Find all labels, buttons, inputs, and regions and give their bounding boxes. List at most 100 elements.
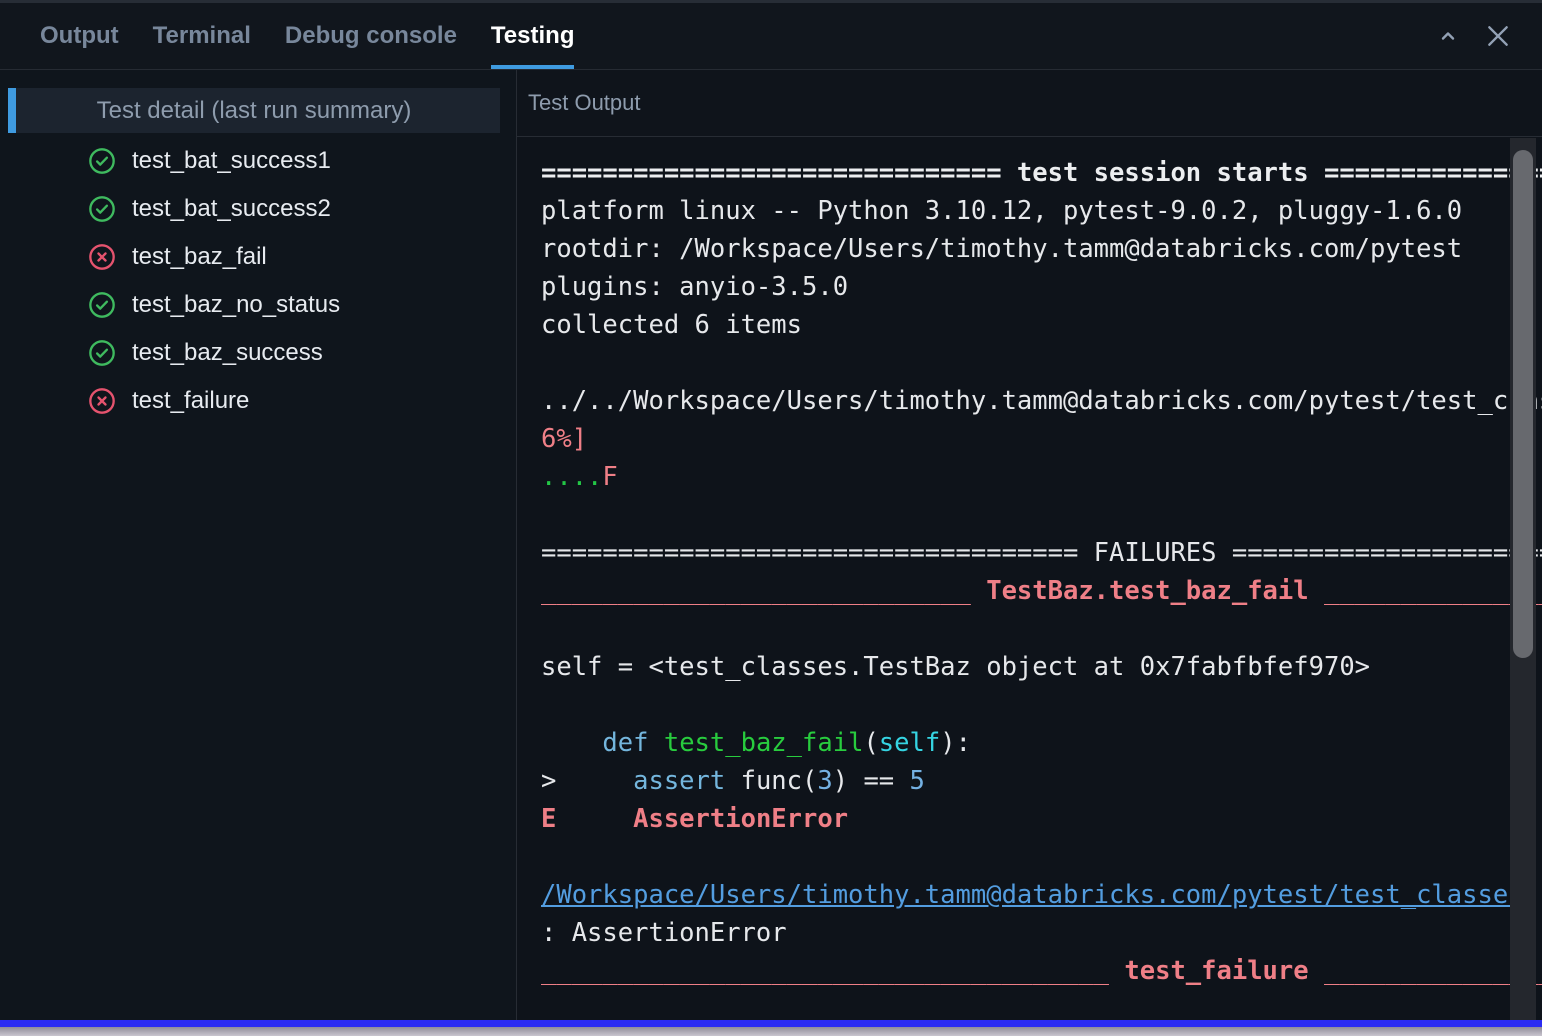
terminal-text: > (541, 766, 634, 796)
check-circle-icon (89, 340, 115, 366)
panel-body: Test detail (last run summary) test_bat_… (0, 70, 1542, 1020)
scrollbar-track[interactable] (1510, 138, 1536, 1020)
terminal-text: test_baz_fail (663, 728, 864, 758)
check-circle-icon (89, 196, 115, 222)
test-output-header: Test Output (517, 70, 1542, 137)
terminal-text: rootdir: /Workspace/Users/timothy.tamm@d… (541, 234, 1463, 264)
terminal-text: TestBaz.test_baz_fail (986, 576, 1309, 606)
test-name-label: test_failure (132, 387, 250, 414)
terminal-text: self = <test_classes.TestBaz object at 0… (541, 652, 1371, 682)
x-circle-icon (89, 244, 115, 270)
test-output-title: Test Output (528, 90, 641, 115)
terminal-line: : AssertionError (541, 914, 1542, 952)
test-name-label: test_baz_no_status (132, 291, 341, 318)
terminal-text: E (541, 804, 557, 834)
test-item-test_bat_success1[interactable]: test_bat_success1 (0, 137, 516, 185)
tab-debug-console[interactable]: Debug console (285, 3, 457, 69)
test-item-test_baz_fail[interactable]: test_baz_fail (0, 233, 516, 281)
test-detail-summary-label: Test detail (last run summary) (96, 96, 412, 124)
tab-testing[interactable]: Testing (490, 3, 574, 69)
terminal-line: _____________________________________ te… (541, 952, 1542, 990)
terminal-line: /Workspace/Users/timothy.tamm@databricks… (541, 876, 1542, 914)
check-circle-icon (89, 148, 115, 174)
tab-terminal[interactable]: Terminal (153, 3, 251, 69)
terminal-line: collected 6 items (541, 306, 1542, 344)
test-list-sidebar: Test detail (last run summary) test_bat_… (0, 70, 517, 1020)
check-circle-icon (89, 292, 115, 318)
test-output-panel: Test Output ============================… (517, 70, 1542, 1020)
terminal-text: .... (541, 462, 603, 492)
terminal-text: F (602, 462, 618, 492)
terminal-line: ____________________________ TestBaz.tes… (541, 572, 1542, 610)
terminal-text: self (878, 728, 941, 758)
test-status-icon (88, 195, 116, 223)
panel-tab-bar: Output Terminal Debug console Testing (0, 3, 1542, 70)
terminal-line: plugins: anyio-3.5.0 (541, 268, 1542, 306)
terminal-line: self = <test_classes.TestBaz object at 0… (541, 648, 1542, 686)
terminal-text: ): (940, 728, 971, 758)
terminal-text: assert (633, 766, 726, 796)
terminal-text: ______________________________ (1323, 956, 1542, 986)
test-item-test_bat_success2[interactable]: test_bat_success2 (0, 185, 516, 233)
terminal-line: def test_baz_fail(self): (541, 724, 1542, 762)
test-name-label: test_baz_success (132, 339, 323, 366)
terminal-text: def (602, 728, 649, 758)
tab-output[interactable]: Output (40, 3, 119, 69)
test-status-icon (88, 387, 116, 415)
panel-bottom-accent (0, 1020, 1542, 1027)
terminal-text: _____________________________________ (541, 956, 1125, 986)
terminal-line: ....F (541, 458, 1542, 496)
terminal-text: ( (863, 728, 879, 758)
terminal-line: platform linux -- Python 3.10.12, pytest… (541, 192, 1542, 230)
traceback-file-link[interactable]: /Workspace/Users/timothy.tamm@databricks… (541, 880, 1524, 910)
terminal-text: 5 (909, 766, 925, 796)
terminal-text: ============================== test sess… (541, 158, 1542, 188)
terminal-text: ../../Workspace/Users/timothy.tamm@datab… (541, 386, 1542, 416)
terminal-line: rootdir: /Workspace/Users/timothy.tamm@d… (541, 230, 1542, 268)
selected-indicator (8, 88, 16, 133)
terminal-text: func( (725, 766, 818, 796)
terminal-output: ============================== test sess… (517, 137, 1542, 1020)
terminal-text: =================================== FAIL… (541, 538, 1542, 568)
test-item-test_baz_no_status[interactable]: test_baz_no_status (0, 281, 516, 329)
test-name-label: test_bat_success2 (132, 195, 331, 222)
terminal-line: E AssertionError (541, 800, 1542, 838)
terminal-line: 6%] (541, 420, 1542, 458)
test-status-icon (88, 243, 116, 271)
terminal-text: platform linux -- Python 3.10.12, pytest… (541, 196, 1463, 226)
terminal-text: ) == (832, 766, 910, 796)
close-icon (1488, 26, 1508, 46)
collapse-panel-button[interactable] (1436, 24, 1460, 48)
terminal-line: > assert func(3) == 5 (541, 762, 1542, 800)
terminal-text: AssertionError (633, 804, 849, 834)
test-status-icon (88, 147, 116, 175)
close-panel-button[interactable] (1482, 20, 1514, 52)
test-detail-summary-item[interactable]: Test detail (last run summary) (8, 88, 500, 133)
terminal-text: test_failure (1124, 956, 1309, 986)
test-item-test_failure[interactable]: test_failure (0, 377, 516, 425)
terminal-line: =================================== FAIL… (541, 534, 1542, 572)
terminal-text: ____________________________ (541, 576, 987, 606)
test-name-label: test_baz_fail (132, 243, 267, 270)
test-status-icon (88, 291, 116, 319)
x-circle-icon (89, 388, 115, 414)
terminal-text: 6%] (541, 424, 588, 454)
test-item-test_baz_success[interactable]: test_baz_success (0, 329, 516, 377)
scrollbar-thumb[interactable] (1513, 150, 1533, 658)
terminal-text: : AssertionError (541, 918, 787, 948)
test-status-icon (88, 339, 116, 367)
chevron-up-icon (1441, 32, 1455, 40)
terminal-text: ______________________________________ (1323, 576, 1542, 606)
test-list: test_bat_success1 test_bat_success2 test_b… (0, 137, 516, 425)
testing-panel: Output Terminal Debug console Testing Test … (0, 0, 1542, 1036)
terminal-line: ============================== test sess… (541, 154, 1542, 192)
terminal-text: 3 (817, 766, 833, 796)
